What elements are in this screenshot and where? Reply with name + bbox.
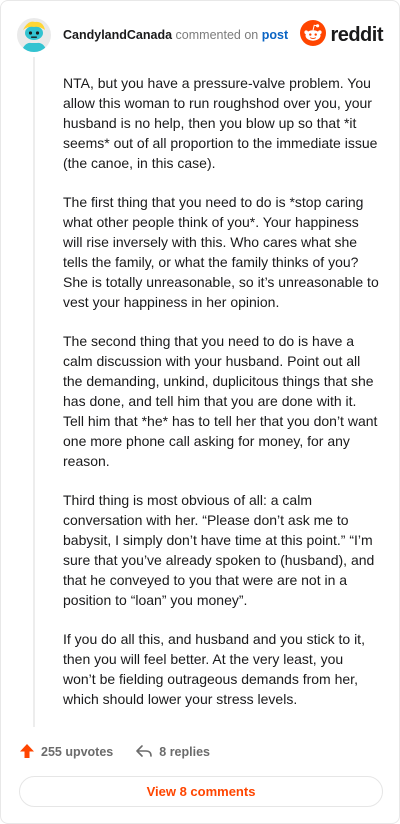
upvote-button[interactable]: 255 upvotes: [19, 743, 113, 762]
comment-footer: 255 upvotes 8 replies: [19, 741, 210, 763]
comment-paragraph: NTA, but you have a pressure-valve probl…: [63, 75, 378, 171]
reddit-logo-icon: [300, 19, 327, 51]
comment-byline: CandylandCanada commented on post: [63, 28, 288, 42]
comment-paragraph: If you do all this, and husband and you …: [63, 631, 365, 707]
comment-paragraph: The second thing that you need to do is …: [63, 333, 378, 469]
view-comments-button[interactable]: View 8 comments: [19, 776, 383, 807]
upvote-count: 255 upvotes: [41, 745, 114, 759]
upvote-arrow-icon: [19, 743, 41, 762]
reddit-brand[interactable]: reddit: [300, 19, 383, 51]
post-link[interactable]: post: [262, 28, 288, 42]
author-name[interactable]: CandylandCanada: [63, 28, 172, 42]
replies-button[interactable]: 8 replies: [135, 743, 210, 762]
reply-count: 8 replies: [159, 745, 210, 759]
reply-arrow-icon: [135, 743, 159, 762]
snoo-avatar-icon[interactable]: [17, 18, 51, 52]
comment-card: CandylandCanada commented on post reddit: [0, 0, 400, 824]
action-text: commented on: [175, 28, 259, 42]
comment-paragraph: The first thing that you need to do is *…: [63, 194, 379, 310]
thread-line[interactable]: [33, 57, 35, 727]
comment-paragraph: Third thing is most obvious of all: a ca…: [63, 492, 375, 608]
comment-header: CandylandCanada commented on post reddit: [17, 15, 383, 55]
comment-body: NTA, but you have a pressure-valve probl…: [63, 73, 379, 728]
reddit-wordmark: reddit: [330, 23, 383, 46]
